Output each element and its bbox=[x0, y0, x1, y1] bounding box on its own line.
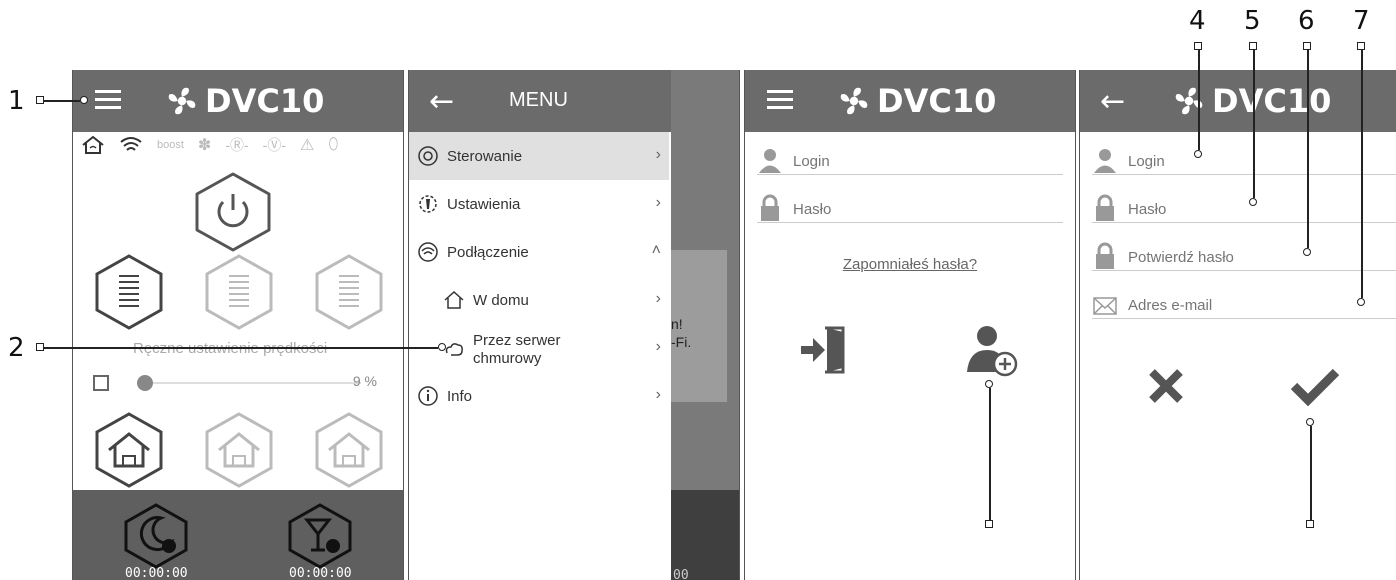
app-header: DVC10 bbox=[745, 70, 1075, 132]
password-input[interactable] bbox=[1128, 201, 1348, 222]
chevron-right-icon: › bbox=[655, 386, 661, 403]
menu-item-w-domu[interactable]: W domu › bbox=[409, 276, 669, 324]
callout-1: 1 bbox=[8, 86, 25, 116]
menu-header: ← MENU bbox=[409, 70, 671, 132]
hamburger-menu-icon[interactable] bbox=[95, 90, 121, 110]
lock-icon bbox=[761, 194, 779, 221]
menu-item-cloud[interactable]: Przez serwer chmurowy › bbox=[409, 324, 669, 376]
party-timer-button[interactable] bbox=[287, 502, 353, 570]
callout-2: 2 bbox=[8, 333, 25, 363]
settings-icon bbox=[419, 195, 437, 213]
register-user-icon[interactable] bbox=[961, 322, 1021, 378]
chevron-right-icon: › bbox=[655, 146, 661, 163]
lock-icon bbox=[1096, 194, 1114, 221]
login-input[interactable] bbox=[793, 153, 1013, 174]
mode-supply-button[interactable] bbox=[313, 410, 385, 490]
confirm-checkmark-icon[interactable] bbox=[1290, 366, 1340, 406]
night-timer-button[interactable] bbox=[123, 502, 189, 570]
fan-icon bbox=[840, 87, 868, 115]
background-dialog: n! -Fi. bbox=[671, 250, 727, 402]
brand-logo: DVC10 bbox=[837, 82, 996, 120]
login-field[interactable] bbox=[1092, 142, 1396, 175]
login-screen: DVC10 Zapomniałeś hasła? bbox=[744, 70, 1076, 580]
home-wifi-icon bbox=[82, 135, 104, 154]
menu-item-podlaczenie[interactable]: Podłączenie ˄ bbox=[409, 228, 669, 276]
power-button[interactable] bbox=[191, 170, 275, 254]
chevron-up-icon: ˄ bbox=[651, 242, 661, 259]
info-icon bbox=[418, 386, 438, 406]
app-header: ← DVC10 bbox=[1080, 70, 1396, 132]
confirm-password-field[interactable] bbox=[1092, 238, 1396, 271]
confirm-password-input[interactable] bbox=[1128, 249, 1348, 270]
speed-percent: 9 % bbox=[352, 373, 377, 389]
boost-indicator: boost bbox=[157, 139, 184, 151]
register-screen: ← DVC10 bbox=[1079, 70, 1396, 580]
login-input[interactable] bbox=[1128, 153, 1348, 174]
home-icon bbox=[444, 290, 464, 309]
heater-icon: -Ⓡ- bbox=[225, 137, 249, 153]
filter-icon: ⬯ bbox=[328, 136, 339, 153]
fan-icon bbox=[1175, 87, 1203, 115]
warning-icon: ⚠ bbox=[299, 137, 315, 154]
slider-knob[interactable] bbox=[137, 375, 153, 391]
email-field[interactable] bbox=[1092, 286, 1396, 319]
brand-logo: DVC10 bbox=[165, 82, 324, 120]
callout-7: 7 bbox=[1353, 6, 1370, 36]
ventilation-icon: -Ⓥ- bbox=[262, 137, 286, 153]
chevron-right-icon: › bbox=[655, 194, 661, 211]
menu-drawer: ← MENU Sterowanie › Ustawienia › Podłączen… bbox=[409, 70, 671, 580]
back-arrow-icon[interactable]: ← bbox=[429, 84, 454, 119]
callout-6: 6 bbox=[1298, 6, 1315, 36]
email-input[interactable] bbox=[1128, 297, 1348, 318]
chevron-right-icon: › bbox=[655, 338, 661, 355]
password-field[interactable] bbox=[757, 190, 1063, 223]
status-bar: boost ✽ -Ⓡ- -Ⓥ- ⚠ ⬯ bbox=[81, 134, 338, 156]
wifi-icon bbox=[120, 137, 142, 151]
password-input[interactable] bbox=[793, 201, 1013, 222]
speed-1-button[interactable] bbox=[93, 252, 165, 332]
envelope-icon bbox=[1093, 297, 1117, 315]
user-icon bbox=[1094, 149, 1116, 173]
menu-item-info[interactable]: Info › bbox=[409, 372, 669, 420]
party-timer-value: 00:00:00 bbox=[289, 566, 352, 580]
speed-slider[interactable]: 9 % bbox=[93, 373, 383, 393]
timers-bar: 00:00:00 00:00:00 bbox=[73, 490, 403, 580]
background-footer: 00 bbox=[671, 490, 739, 580]
menu-title: MENU bbox=[509, 89, 568, 111]
hamburger-menu-icon[interactable] bbox=[767, 90, 793, 110]
control-icon bbox=[418, 146, 438, 166]
main-screen: DVC10 boost ✽ -Ⓡ- -Ⓥ- ⚠ ⬯ Ręczne ustawie… bbox=[72, 70, 404, 580]
back-arrow-icon[interactable]: ← bbox=[1100, 84, 1125, 119]
lock-icon bbox=[1096, 242, 1114, 269]
manual-speed-checkbox[interactable] bbox=[93, 375, 109, 391]
connection-icon bbox=[418, 242, 438, 262]
menu-item-ustawienia[interactable]: Ustawienia › bbox=[409, 180, 669, 228]
callout-4: 4 bbox=[1189, 6, 1206, 36]
cancel-icon[interactable] bbox=[1146, 366, 1186, 406]
menu-screen: n! -Fi. 00 ← MENU Sterowanie › Ustawienia… bbox=[408, 70, 740, 580]
speed-3-button[interactable] bbox=[313, 252, 385, 332]
sign-in-icon[interactable] bbox=[797, 322, 853, 378]
login-field[interactable] bbox=[757, 142, 1063, 175]
fan-icon bbox=[168, 87, 196, 115]
speed-2-button[interactable] bbox=[203, 252, 275, 332]
chevron-right-icon: › bbox=[655, 290, 661, 307]
app-header: DVC10 bbox=[73, 70, 403, 132]
user-icon bbox=[759, 149, 781, 173]
menu-item-sterowanie[interactable]: Sterowanie › bbox=[409, 132, 669, 180]
night-timer-value: 00:00:00 bbox=[125, 566, 188, 580]
slider-track[interactable] bbox=[141, 382, 361, 384]
cloud-connection-icon bbox=[445, 343, 463, 356]
speed-label: Ręczne ustawienie prędkości bbox=[133, 340, 328, 357]
forgot-password-link[interactable]: Zapomniałeś hasła? bbox=[745, 256, 1075, 273]
password-field[interactable] bbox=[1092, 190, 1396, 223]
fan-off-icon: ✽ bbox=[197, 137, 212, 154]
mode-regeneration-button[interactable] bbox=[203, 410, 275, 490]
callout-5: 5 bbox=[1244, 6, 1261, 36]
mode-ventilation-button[interactable] bbox=[93, 410, 165, 490]
